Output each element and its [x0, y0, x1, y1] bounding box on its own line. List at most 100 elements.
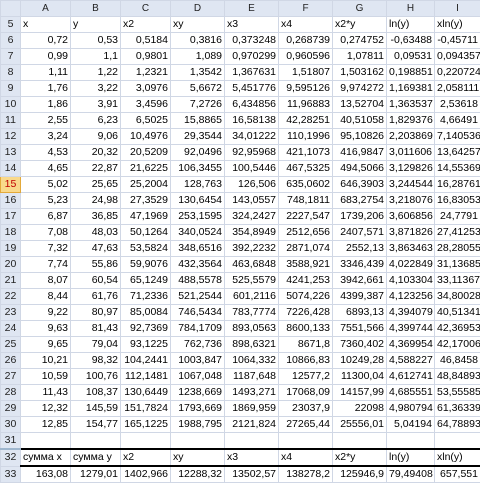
cell[interactable]: 0,094357 — [435, 49, 480, 65]
cell[interactable]: 16,83053 — [435, 193, 480, 209]
cell[interactable]: 0,3816 — [171, 33, 225, 49]
cell[interactable] — [333, 433, 387, 450]
cell[interactable]: 12577,2 — [279, 369, 333, 385]
cell[interactable]: 494,5066 — [333, 161, 387, 177]
cell[interactable]: 1,07811 — [333, 49, 387, 65]
cell[interactable]: 93,1225 — [121, 337, 171, 353]
cell[interactable]: 0,9801 — [121, 49, 171, 65]
cell[interactable]: x2 — [121, 17, 171, 33]
cell[interactable]: 9,974272 — [333, 81, 387, 97]
cell[interactable]: 47,63 — [71, 241, 121, 257]
row-header[interactable]: 29 — [1, 401, 21, 417]
cell[interactable]: 28,28055 — [435, 241, 480, 257]
cell[interactable]: 3,863463 — [387, 241, 435, 257]
cell[interactable]: 0,09531 — [387, 49, 435, 65]
cell[interactable]: 521,2544 — [171, 289, 225, 305]
cell[interactable]: 0,72 — [21, 33, 71, 49]
cell[interactable]: 8671,8 — [279, 337, 333, 353]
column-header-h[interactable]: H — [387, 1, 435, 17]
cell[interactable]: 12,85 — [21, 417, 71, 433]
cell[interactable] — [225, 433, 279, 450]
row-header[interactable]: 18 — [1, 225, 21, 241]
cell[interactable]: 13502,57 — [225, 466, 279, 483]
cell[interactable]: 25,65 — [71, 177, 121, 193]
cell[interactable]: 7,140536 — [435, 129, 480, 145]
row-header[interactable]: 16 — [1, 193, 21, 209]
cell[interactable]: сумма y — [71, 449, 121, 466]
cell[interactable]: 31,13685 — [435, 257, 480, 273]
cell[interactable]: 3,606856 — [387, 209, 435, 225]
cell[interactable]: 1238,669 — [171, 385, 225, 401]
cell[interactable]: 23037,9 — [279, 401, 333, 417]
cell[interactable]: 59,9076 — [121, 257, 171, 273]
cell[interactable]: 79,49408 — [387, 466, 435, 483]
cell[interactable]: 98,32 — [71, 353, 121, 369]
cell[interactable]: 2,53618 — [435, 97, 480, 113]
cell[interactable]: 1003,847 — [171, 353, 225, 369]
cell[interactable]: 71,2336 — [121, 289, 171, 305]
cell[interactable]: 3,22 — [71, 81, 121, 97]
cell[interactable]: 27265,44 — [279, 417, 333, 433]
cell[interactable]: 29,3544 — [171, 129, 225, 145]
cell[interactable]: 3,0976 — [121, 81, 171, 97]
cell[interactable]: 9,595126 — [279, 81, 333, 97]
cell[interactable]: 4,980794 — [387, 401, 435, 417]
cell[interactable] — [171, 433, 225, 450]
cell[interactable]: 784,1709 — [171, 321, 225, 337]
row-header[interactable]: 28 — [1, 385, 21, 401]
cell[interactable]: x2*y — [333, 449, 387, 466]
cell[interactable]: 8600,133 — [279, 321, 333, 337]
cell[interactable]: 9,63 — [21, 321, 71, 337]
cell[interactable]: 0,274752 — [333, 33, 387, 49]
row-header[interactable]: 27 — [1, 369, 21, 385]
cell[interactable]: 6,434856 — [225, 97, 279, 113]
cell[interactable]: 40,51341 — [435, 305, 480, 321]
cell[interactable]: 0,99 — [21, 49, 71, 65]
cell[interactable]: 12288,32 — [171, 466, 225, 483]
cell[interactable]: 14,55369 — [435, 161, 480, 177]
cell[interactable]: 1064,332 — [225, 353, 279, 369]
row-header[interactable]: 21 — [1, 273, 21, 289]
cell[interactable]: 65,1249 — [121, 273, 171, 289]
cell[interactable]: 9,22 — [21, 305, 71, 321]
cell[interactable]: 340,0524 — [171, 225, 225, 241]
row-header[interactable]: 7 — [1, 49, 21, 65]
cell[interactable]: 1279,01 — [71, 466, 121, 483]
cell[interactable]: 2121,824 — [225, 417, 279, 433]
cell[interactable]: 1067,048 — [171, 369, 225, 385]
cell[interactable]: 46,8458 — [435, 353, 480, 369]
cell[interactable]: 7360,402 — [333, 337, 387, 353]
row-header[interactable]: 24 — [1, 321, 21, 337]
cell[interactable]: 92,7369 — [121, 321, 171, 337]
cell[interactable]: 3,24 — [21, 129, 71, 145]
cell[interactable]: 5,02 — [21, 177, 71, 193]
cell[interactable]: 432,3564 — [171, 257, 225, 273]
cell[interactable]: xln(y) — [435, 449, 480, 466]
cell[interactable]: 2552,13 — [333, 241, 387, 257]
cell[interactable]: 4,399744 — [387, 321, 435, 337]
cell[interactable]: 14157,99 — [333, 385, 387, 401]
cell[interactable]: 0,960596 — [279, 49, 333, 65]
cell[interactable]: 55,86 — [71, 257, 121, 273]
cell[interactable]: 4,103304 — [387, 273, 435, 289]
row-header[interactable]: 25 — [1, 337, 21, 353]
cell[interactable]: 0,5184 — [121, 33, 171, 49]
cell[interactable]: 92,95968 — [225, 145, 279, 161]
cell[interactable] — [279, 433, 333, 450]
cell[interactable]: 1739,206 — [333, 209, 387, 225]
cell[interactable]: 2,058111 — [435, 81, 480, 97]
cell[interactable]: 467,5325 — [279, 161, 333, 177]
cell[interactable]: 7551,566 — [333, 321, 387, 337]
cell[interactable]: 5,23 — [21, 193, 71, 209]
cell[interactable]: 324,2427 — [225, 209, 279, 225]
cell[interactable]: 48,84893 — [435, 369, 480, 385]
cell[interactable]: 0,220724 — [435, 65, 480, 81]
cell[interactable]: 1,169381 — [387, 81, 435, 97]
cell[interactable]: 1869,959 — [225, 401, 279, 417]
cell[interactable]: 10,59 — [21, 369, 71, 385]
cell[interactable]: 421,1073 — [279, 145, 333, 161]
cell[interactable]: 4,022849 — [387, 257, 435, 273]
cell[interactable]: 10866,83 — [279, 353, 333, 369]
cell[interactable]: 463,6848 — [225, 257, 279, 273]
cell[interactable]: 25556,01 — [333, 417, 387, 433]
